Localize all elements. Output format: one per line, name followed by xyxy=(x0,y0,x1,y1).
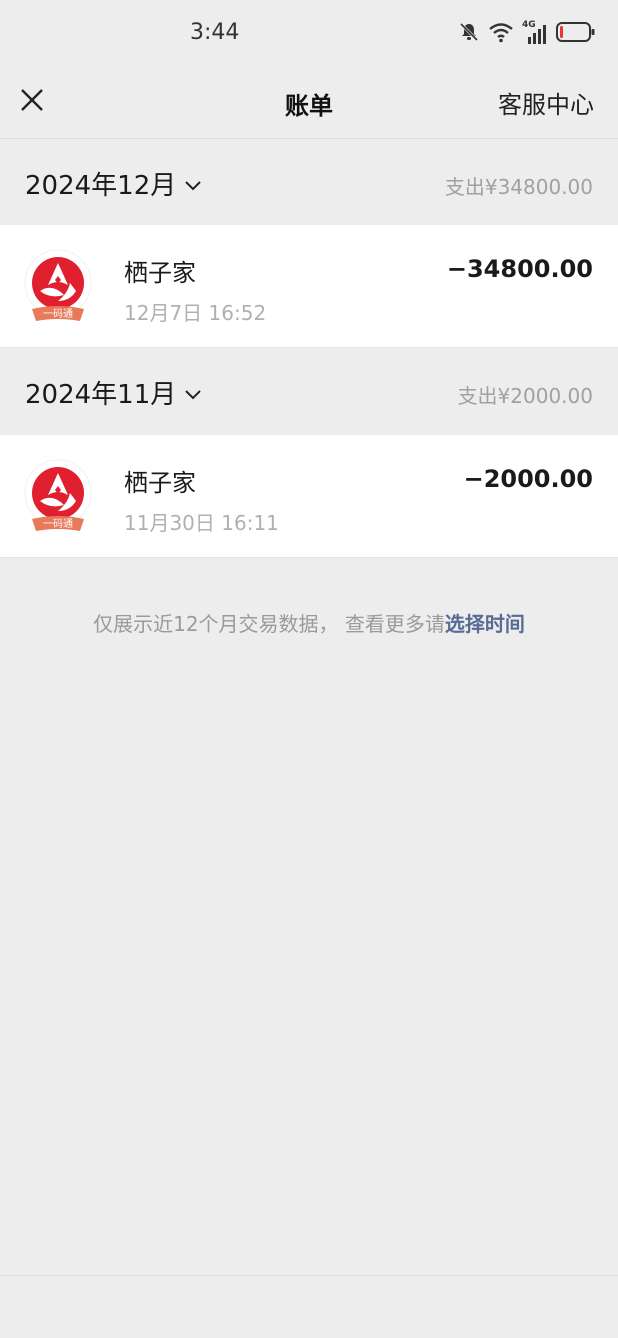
status-bar: 3:44 4G xyxy=(0,0,618,68)
merchant-name: 栖子家 xyxy=(124,469,196,497)
history-note-text: 仅展示近12个月交易数据， 查看更多请 xyxy=(93,612,445,636)
close-icon[interactable] xyxy=(20,88,44,116)
close-button[interactable] xyxy=(14,84,50,120)
month-header-nov: 2024年11月 支出¥2000.00 xyxy=(0,348,618,434)
chevron-down-icon[interactable] xyxy=(184,378,202,408)
month-selector[interactable]: 2024年12月 xyxy=(25,165,202,202)
month-label[interactable]: 2024年11月 xyxy=(25,374,176,411)
select-time-link[interactable]: 选择时间 xyxy=(445,612,525,636)
transaction-time: 12月7日 16:52 xyxy=(124,301,267,325)
nav-bar: 账单 客服中心 xyxy=(0,68,618,139)
transaction-time: 11月30日 16:11 xyxy=(124,511,279,535)
merchant-name: 栖子家 xyxy=(124,259,196,287)
month-expense-summary: 支出¥34800.00 xyxy=(444,175,593,199)
signal-icon: 4G xyxy=(522,20,548,46)
month-label[interactable]: 2024年12月 xyxy=(25,165,176,202)
transaction-amount: −34800.00 xyxy=(446,255,593,283)
history-range-note: 仅展示近12个月交易数据， 查看更多请选择时间 xyxy=(0,608,618,637)
customer-service-button[interactable]: 客服中心 xyxy=(498,85,594,120)
transaction-row[interactable]: 一码通 栖子家 11月30日 16:11 −2000.00 xyxy=(0,435,618,558)
status-icons: 4G xyxy=(458,20,596,48)
mute-bell-icon xyxy=(458,21,480,47)
logo-text: 一码通 xyxy=(43,308,73,320)
merchant-logo: 一码通 xyxy=(24,459,92,535)
battery-icon xyxy=(556,21,596,47)
month-header-dec: 2024年12月 支出¥34800.00 xyxy=(0,139,618,225)
wifi-icon xyxy=(488,21,514,47)
transaction-row[interactable]: 一码通 栖子家 12月7日 16:52 −34800.00 xyxy=(0,225,618,348)
month-expense-summary: 支出¥2000.00 xyxy=(457,384,593,408)
merchant-logo: 一码通 xyxy=(24,249,92,325)
status-time: 3:44 xyxy=(190,20,240,45)
month-selector[interactable]: 2024年11月 xyxy=(25,374,202,411)
bottom-divider xyxy=(0,1275,618,1276)
chevron-down-icon[interactable] xyxy=(184,169,202,199)
logo-text: 一码通 xyxy=(43,518,73,530)
transaction-amount: −2000.00 xyxy=(463,465,593,493)
